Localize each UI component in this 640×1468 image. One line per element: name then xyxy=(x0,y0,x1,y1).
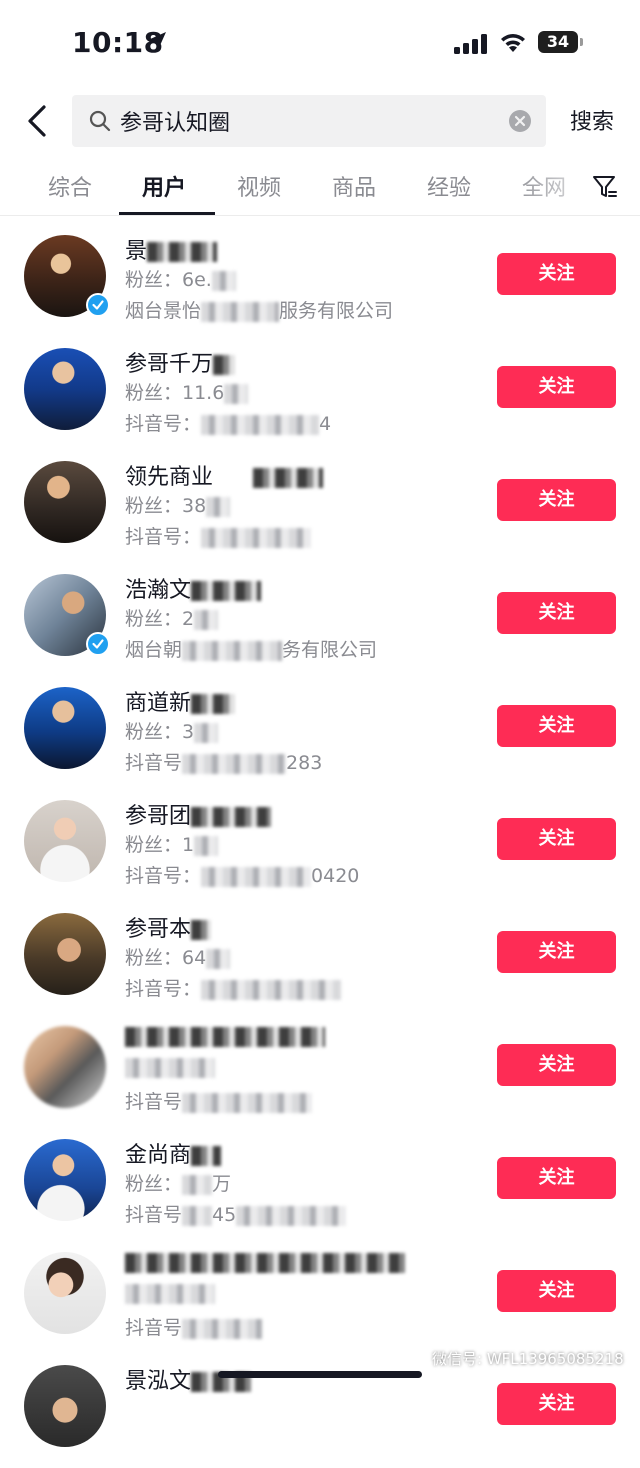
user-name: 参哥千万 xyxy=(125,346,236,378)
follower-count: 粉丝：6e. xyxy=(125,265,236,292)
wechat-icon xyxy=(406,1348,428,1365)
list-item[interactable]: 抖音号 关注 xyxy=(0,1242,640,1355)
douyin-id: 抖音号： xyxy=(125,522,312,549)
active-tab-indicator xyxy=(119,212,215,215)
tab-experience[interactable]: 经验 xyxy=(427,170,471,202)
user-name: 浩瀚文 xyxy=(125,572,262,604)
list-item[interactable]: 金尚商 粉丝：万 抖音号 45 关注 xyxy=(0,1129,640,1242)
avatar[interactable] xyxy=(24,461,106,543)
cellular-signal-icon xyxy=(454,34,487,54)
list-item[interactable]: 抖音号 关注 xyxy=(0,1016,640,1129)
search-icon xyxy=(89,110,111,132)
douyin-id: 抖音号： 0420 xyxy=(125,865,360,887)
avatar[interactable] xyxy=(24,1252,106,1334)
watermark: 微信号: WFL13965085218 xyxy=(432,1350,624,1368)
avatar[interactable] xyxy=(24,913,106,995)
user-description: 烟台景怡 服务有限公司 xyxy=(125,300,394,322)
avatar[interactable] xyxy=(24,1139,106,1221)
avatar[interactable] xyxy=(24,800,106,882)
clear-icon[interactable] xyxy=(508,109,532,133)
user-name: 景 xyxy=(125,233,218,265)
follower-count: 粉丝：11.6 xyxy=(125,378,249,405)
verified-badge-icon xyxy=(86,632,110,656)
avatar[interactable] xyxy=(24,348,106,430)
tab-users[interactable]: 用户 xyxy=(142,170,186,202)
follower-count: 粉丝：万 xyxy=(125,1173,232,1195)
tab-comprehensive[interactable]: 综合 xyxy=(48,170,92,202)
follower-count xyxy=(125,1282,215,1304)
follower-count: 粉丝：3 xyxy=(125,717,219,744)
follower-count: 粉丝：64 xyxy=(125,943,231,970)
user-name: 领先商业 xyxy=(125,459,324,491)
home-indicator[interactable] xyxy=(218,1371,422,1378)
follow-button[interactable]: 关注 xyxy=(497,818,616,860)
follower-count: 粉丝：1 xyxy=(125,830,219,857)
follow-button[interactable]: 关注 xyxy=(497,253,616,295)
follow-button[interactable]: 关注 xyxy=(497,1270,616,1312)
search-button[interactable]: 搜索 xyxy=(570,104,614,136)
location-arrow-icon xyxy=(148,32,166,50)
list-item[interactable]: 浩瀚文 粉丝：2 烟台朝 务有限公司 关注 xyxy=(0,564,640,677)
user-name: 参哥本 xyxy=(125,911,212,943)
user-name: 金尚商 xyxy=(125,1137,222,1169)
follow-button[interactable]: 关注 xyxy=(497,931,616,973)
tab-products[interactable]: 商品 xyxy=(332,170,376,202)
filter-icon[interactable] xyxy=(592,174,618,200)
user-name xyxy=(125,1024,325,1049)
back-arrow-icon[interactable] xyxy=(22,104,52,138)
user-name: 商道新 xyxy=(125,685,236,717)
follow-button[interactable]: 关注 xyxy=(497,1383,616,1425)
douyin-id: 抖音号： 4 xyxy=(125,413,332,435)
search-box[interactable] xyxy=(72,95,546,147)
follow-button[interactable]: 关注 xyxy=(497,705,616,747)
user-name xyxy=(125,1250,405,1275)
verified-badge-icon xyxy=(86,293,110,317)
list-item[interactable]: 参哥团 粉丝：1 抖音号： 0420 关注 xyxy=(0,790,640,903)
follow-button[interactable]: 关注 xyxy=(497,479,616,521)
follower-count xyxy=(125,1056,215,1078)
search-row: 搜索 xyxy=(0,92,640,148)
douyin-id: 抖音号 xyxy=(125,1087,313,1114)
douyin-id: 抖音号 45 xyxy=(125,1200,347,1227)
follower-count: 粉丝：38 xyxy=(125,491,231,518)
wifi-icon xyxy=(501,34,525,52)
avatar[interactable] xyxy=(24,687,106,769)
battery-cap xyxy=(580,38,583,46)
search-input[interactable] xyxy=(120,95,500,147)
follow-button[interactable]: 关注 xyxy=(497,592,616,634)
list-item[interactable]: 领先商业 粉丝：38 抖音号： 关注 xyxy=(0,451,640,564)
user-description: 烟台朝 务有限公司 xyxy=(125,639,378,661)
result-tabs: 综合 用户 视频 商品 经验 全网 xyxy=(0,160,640,216)
douyin-id: 抖音号： xyxy=(125,974,342,1001)
tab-videos[interactable]: 视频 xyxy=(237,170,281,202)
avatar[interactable] xyxy=(24,1026,106,1108)
list-item[interactable]: 参哥本 粉丝：64 抖音号： 关注 xyxy=(0,903,640,1016)
status-bar: 10:18 34 xyxy=(0,0,640,88)
list-item[interactable]: 商道新 粉丝：3 抖音号 283 关注 xyxy=(0,677,640,790)
follow-button[interactable]: 关注 xyxy=(497,366,616,408)
user-name: 参哥团 xyxy=(125,798,272,830)
follow-button[interactable]: 关注 xyxy=(497,1044,616,1086)
douyin-id: 抖音号 xyxy=(125,1313,263,1340)
list-item[interactable]: 景 粉丝：6e. 烟台景怡 服务有限公司 关注 xyxy=(0,225,640,338)
follow-button[interactable]: 关注 xyxy=(497,1157,616,1199)
tabs-fade xyxy=(508,160,588,214)
battery-indicator: 34 xyxy=(538,31,578,53)
avatar[interactable] xyxy=(24,1365,106,1447)
follower-count: 粉丝：2 xyxy=(125,604,219,631)
list-item[interactable]: 参哥千万 粉丝：11.6 抖音号： 4 关注 xyxy=(0,338,640,451)
user-name: 景泓文 xyxy=(125,1363,252,1395)
douyin-id: 抖音号 283 xyxy=(125,752,323,774)
